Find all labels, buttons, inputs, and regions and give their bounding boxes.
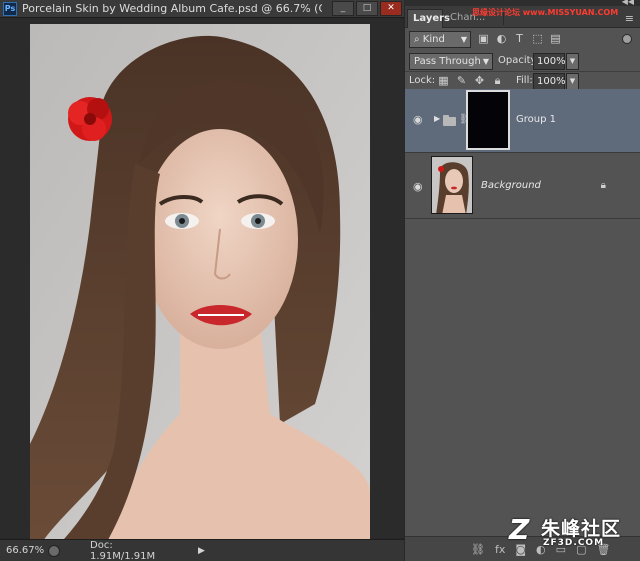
fill-label: Fill: (516, 75, 533, 86)
lock-position-icon[interactable]: ✥ (473, 74, 486, 87)
smart-object-filter-icon[interactable]: ▤ (549, 32, 562, 45)
fill-input[interactable]: 100% (533, 73, 566, 90)
window-controls: _ □ ✕ (332, 1, 402, 16)
lock-all-icon[interactable]: 🔒︎ (491, 74, 504, 87)
lock-image-icon[interactable]: ✎ (455, 74, 468, 87)
chevron-down-icon: ▼ (482, 57, 489, 66)
watermark: Z 朱峰社区 ZF3D.COM (509, 513, 634, 553)
portrait-thumbnail-image (432, 157, 472, 213)
portrait-image (30, 24, 370, 554)
blend-mode-select[interactable]: Pass Through ▼ (409, 53, 493, 70)
kind-filter-select[interactable]: ⌕ Kind ▼ (409, 31, 471, 48)
maximize-button[interactable]: □ (356, 1, 378, 16)
layer-thumbnail[interactable] (431, 156, 473, 214)
blend-row: Pass Through ▼ Opacity: 100% ▼ (405, 50, 640, 72)
layer-row-group-1[interactable]: ◉ ▶ ⛓ Group 1 (405, 89, 640, 153)
lock-transparent-icon[interactable]: ▦ (437, 74, 450, 87)
status-info-icon[interactable] (48, 544, 60, 557)
shape-filter-icon[interactable]: ⬚ (531, 32, 544, 45)
document-size-info: Doc: 1.91M/1.91M (90, 539, 156, 561)
visibility-eye-icon[interactable]: ◉ (413, 181, 425, 192)
visibility-eye-icon[interactable]: ◉ (413, 114, 425, 125)
adjustment-filter-icon[interactable]: ◐ (495, 32, 508, 45)
layer-name[interactable]: Background (481, 180, 541, 191)
link-layers-icon[interactable]: ⛓ (471, 543, 485, 556)
fx-icon[interactable]: fx (495, 543, 505, 556)
opacity-dropdown-arrow[interactable]: ▼ (566, 53, 579, 70)
layers-panel: ◀◀ Layers Chan... ≡ ⌕ Kind ▼ ▣ ◐ T ⬚ ▤ P… (405, 0, 640, 561)
panel-menu-icon[interactable]: ≡ (625, 12, 634, 25)
kind-label: Kind (422, 34, 445, 45)
layer-row-background[interactable]: ◉ Background 🔒︎ (405, 153, 640, 219)
document-titlebar[interactable]: Ps Porcelain Skin by Wedding Album Cafe.… (0, 0, 404, 18)
watermark-chinese-text: 朱峰社区 (541, 518, 622, 540)
layer-lock-icon: 🔒︎ (600, 180, 606, 191)
folder-icon (443, 115, 456, 126)
image-canvas[interactable] (30, 24, 370, 554)
photoshop-app-icon: Ps (3, 1, 17, 16)
status-menu-arrow-icon[interactable]: ▶ (198, 546, 205, 556)
watermark-url: ZF3D.COM (543, 538, 605, 548)
close-button[interactable]: ✕ (380, 1, 402, 16)
canvas-area[interactable] (0, 19, 404, 554)
image-filter-icon[interactable]: ▣ (477, 32, 490, 45)
document-title: Porcelain Skin by Wedding Album Cafe.psd… (22, 2, 322, 15)
document-window: Ps Porcelain Skin by Wedding Album Cafe.… (0, 0, 404, 561)
status-bar: 66.67% Doc: 1.91M/1.91M ▶ (0, 539, 404, 561)
layers-list[interactable]: ◉ ▶ ⛓ Group 1 ◉ Background 🔒︎ (405, 89, 640, 536)
expand-group-arrow-icon[interactable]: ▶ (434, 114, 440, 123)
zoom-level-field[interactable]: 66.67% (6, 545, 46, 556)
lock-icons: ▦ ✎ ✥ 🔒︎ (437, 74, 504, 87)
filter-row: ⌕ Kind ▼ ▣ ◐ T ⬚ ▤ (405, 29, 640, 51)
watermark-logo: Z (509, 513, 530, 546)
layer-name[interactable]: Group 1 (516, 114, 556, 125)
search-icon: ⌕ (414, 34, 420, 45)
layer-mask-thumbnail[interactable] (466, 90, 510, 150)
opacity-input[interactable]: 100% (533, 53, 566, 70)
filter-icons: ▣ ◐ T ⬚ ▤ (477, 32, 562, 45)
lock-label: Lock: (409, 75, 436, 86)
minimize-button[interactable]: _ (332, 1, 354, 16)
type-filter-icon[interactable]: T (513, 32, 526, 45)
watermark-text-top: 思缘设计论坛 www.MISSYUAN.COM (472, 8, 619, 17)
chevron-down-icon: ▼ (460, 35, 467, 44)
tab-layers[interactable]: Layers (407, 9, 450, 28)
blend-mode-value: Pass Through (414, 56, 481, 67)
filter-toggle-switch[interactable] (622, 34, 632, 44)
fill-dropdown-arrow[interactable]: ▼ (566, 73, 579, 90)
